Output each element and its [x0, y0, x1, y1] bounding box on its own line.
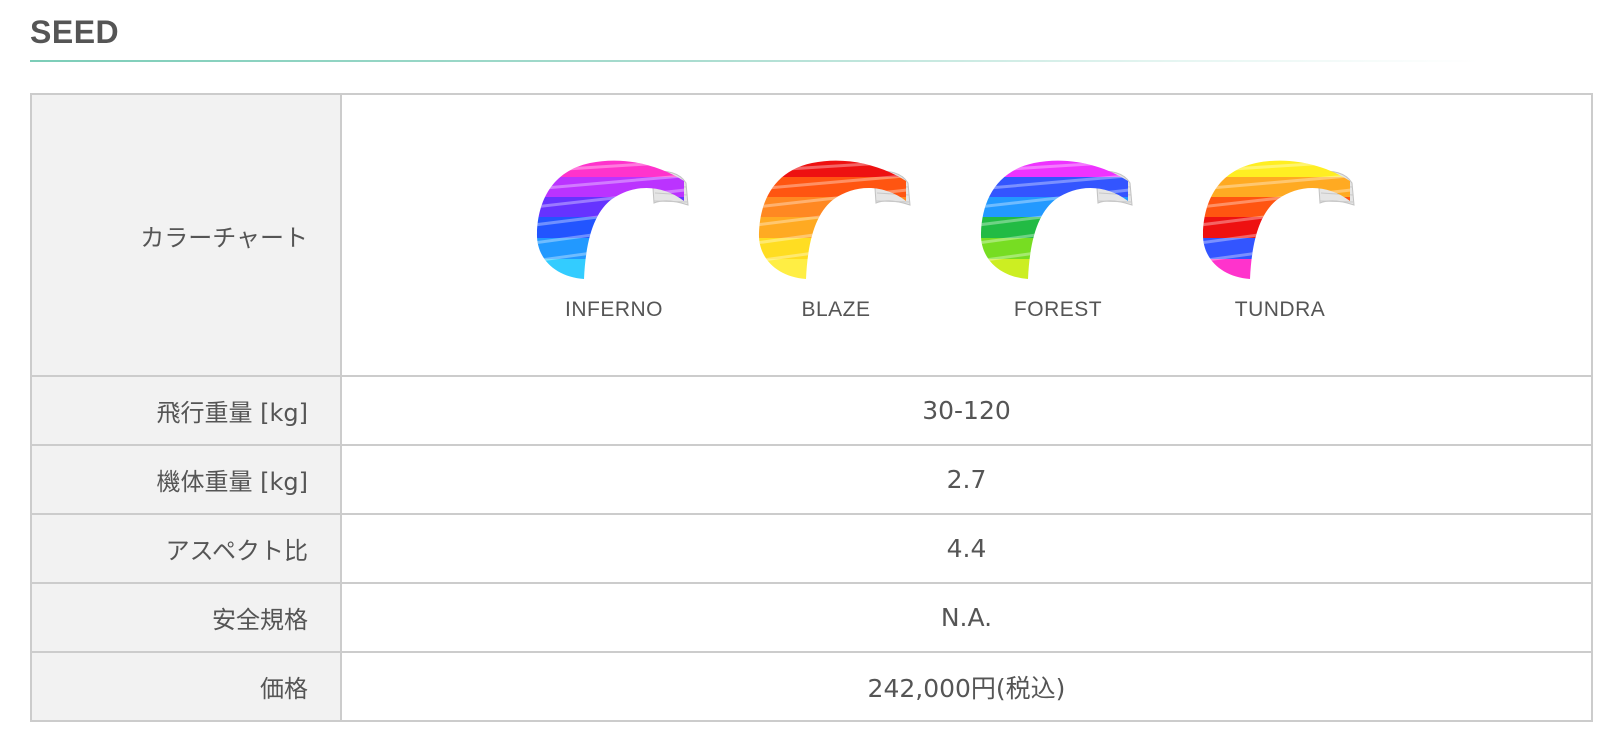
kite-icon — [758, 160, 911, 280]
row-label: 機体重量 [kg] — [30, 444, 342, 515]
kite-icon — [536, 160, 689, 280]
row-value: 4.4 — [340, 513, 1593, 584]
kite-color-inferno: INFERNO — [504, 155, 724, 322]
kite-name: FOREST — [1013, 298, 1103, 321]
kite-name: INFERNO — [565, 298, 663, 321]
page-title: SEED — [30, 14, 120, 50]
table-row: 安全規格 N.A. — [30, 582, 1593, 653]
color-chart-cell: INFERNO BLAZE FOREST TUNDRA — [340, 93, 1593, 377]
kite-color-blaze: BLAZE — [726, 155, 946, 322]
spec-table: カラーチャート INFERNO BLAZE FOREST TUNDRA 飛行重量… — [30, 93, 1593, 722]
row-label: アスペクト比 — [30, 513, 342, 584]
kite-color-list: INFERNO BLAZE FOREST TUNDRA — [342, 95, 1591, 375]
row-label: 安全規格 — [30, 582, 342, 653]
kite-icon — [980, 160, 1133, 280]
row-label: 価格 — [30, 651, 342, 722]
kite-canopy — [980, 160, 1128, 280]
kite-canopy — [1202, 160, 1350, 280]
row-label: カラーチャート — [30, 93, 342, 377]
kite-icon — [1202, 160, 1355, 280]
table-row: 飛行重量 [kg] 30-120 — [30, 375, 1593, 446]
title-divider — [30, 60, 1480, 62]
row-value: 242,000円(税込) — [340, 651, 1593, 722]
kite-canopy — [758, 160, 906, 280]
table-row: 機体重量 [kg] 2.7 — [30, 444, 1593, 515]
kite-name: BLAZE — [801, 298, 871, 321]
row-value: N.A. — [340, 582, 1593, 653]
row-value: 30-120 — [340, 375, 1593, 446]
kite-name: TUNDRA — [1234, 298, 1326, 321]
table-row: アスペクト比 4.4 — [30, 513, 1593, 584]
kite-color-tundra: TUNDRA — [1170, 155, 1390, 322]
table-row: 価格 242,000円(税込) — [30, 651, 1593, 722]
kite-color-forest: FOREST — [948, 155, 1168, 322]
row-value: 2.7 — [340, 444, 1593, 515]
row-label: 飛行重量 [kg] — [30, 375, 342, 446]
table-row-color-chart: カラーチャート INFERNO BLAZE FOREST TUNDRA — [30, 93, 1593, 377]
kite-canopy — [536, 160, 684, 280]
